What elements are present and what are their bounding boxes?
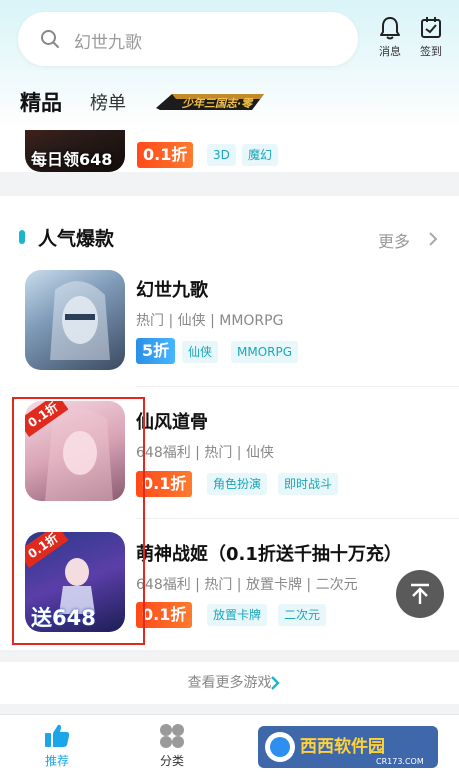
tag: 仙侠 <box>182 341 219 363</box>
game-icon <box>25 270 125 370</box>
grid-icon <box>160 724 184 748</box>
see-more-label[interactable]: 查看更多游戏 <box>0 672 459 692</box>
watermark-text: 西西软件园 <box>300 736 385 757</box>
chevron-right-icon[interactable] <box>428 231 438 247</box>
arrow-up-icon <box>411 583 429 604</box>
tag: 二次元 <box>278 604 327 626</box>
character-art-icon <box>50 281 110 360</box>
discount-badge: 5折 <box>136 338 176 364</box>
tag: 放置卡牌 <box>207 604 268 626</box>
watermark-logo: 西西软件园 CR173.COM <box>258 726 438 768</box>
tab-ranking[interactable]: 榜单 <box>90 89 126 115</box>
divider <box>136 518 459 519</box>
section-accent-bar <box>19 230 25 244</box>
game-name: 幻世九歌 <box>136 280 208 301</box>
chevron-right-icon <box>271 676 280 690</box>
promo-text: 少年三国志·零 <box>181 97 254 110</box>
discount-badge: 0.1折 <box>137 142 194 168</box>
game-meta: 热门 | 仙侠 | MMORPG <box>136 313 284 329</box>
messages-label: 消息 <box>379 45 401 58</box>
game-name: 仙风道骨 <box>136 412 208 433</box>
nav-category[interactable]: 分类 <box>142 723 202 769</box>
game-icon: 每日领648 <box>25 130 125 172</box>
thumbs-up-icon <box>45 724 70 747</box>
more-link[interactable]: 更多 <box>378 228 410 252</box>
see-more-games[interactable]: 查看更多游戏 <box>0 662 459 704</box>
messages-button[interactable]: 消息 <box>372 16 408 59</box>
tab-featured[interactable]: 精品 <box>20 87 62 117</box>
calendar-check-icon <box>421 17 441 38</box>
tag: 角色扮演 <box>207 473 268 495</box>
search-icon <box>41 30 59 48</box>
search-bar[interactable]: 幻世九歌 <box>18 12 358 66</box>
back-to-top-button[interactable] <box>396 570 444 618</box>
game-meta: 648福利 | 热门 | 放置卡牌 | 二次元 <box>136 577 358 593</box>
section-title: 人气爆款 <box>38 228 115 250</box>
checkin-label: 签到 <box>420 45 442 58</box>
top-game-card[interactable]: 每日领648 0.1折 3D 魔幻 <box>0 130 459 172</box>
divider <box>136 386 459 387</box>
tag: 3D <box>207 144 236 166</box>
nav-label: 分类 <box>159 754 184 768</box>
nav-label: 推荐 <box>44 754 69 768</box>
search-placeholder: 幻世九歌 <box>74 33 142 53</box>
promo-banner-logo[interactable]: 少年三国志·零 <box>152 90 268 114</box>
checkin-button[interactable]: 签到 <box>413 16 449 59</box>
watermark-sub: CR173.COM <box>376 757 424 766</box>
game-name: 萌神战姬（0.1折送千抽十万充） <box>136 544 402 565</box>
tag: MMORPG <box>231 341 299 363</box>
bell-icon <box>380 17 400 40</box>
nav-recommend[interactable]: 推荐 <box>27 723 87 769</box>
tag: 魔幻 <box>242 144 279 166</box>
highlight-annotation-box <box>12 397 145 645</box>
game-meta: 648福利 | 热门 | 仙侠 <box>136 445 274 461</box>
icon-text: 每日领648 <box>31 150 113 169</box>
tag: 即时战斗 <box>278 473 339 495</box>
top-header: 幻世九歌 消息 签到 精品 榜单 少年三国志·零 <box>0 0 459 130</box>
